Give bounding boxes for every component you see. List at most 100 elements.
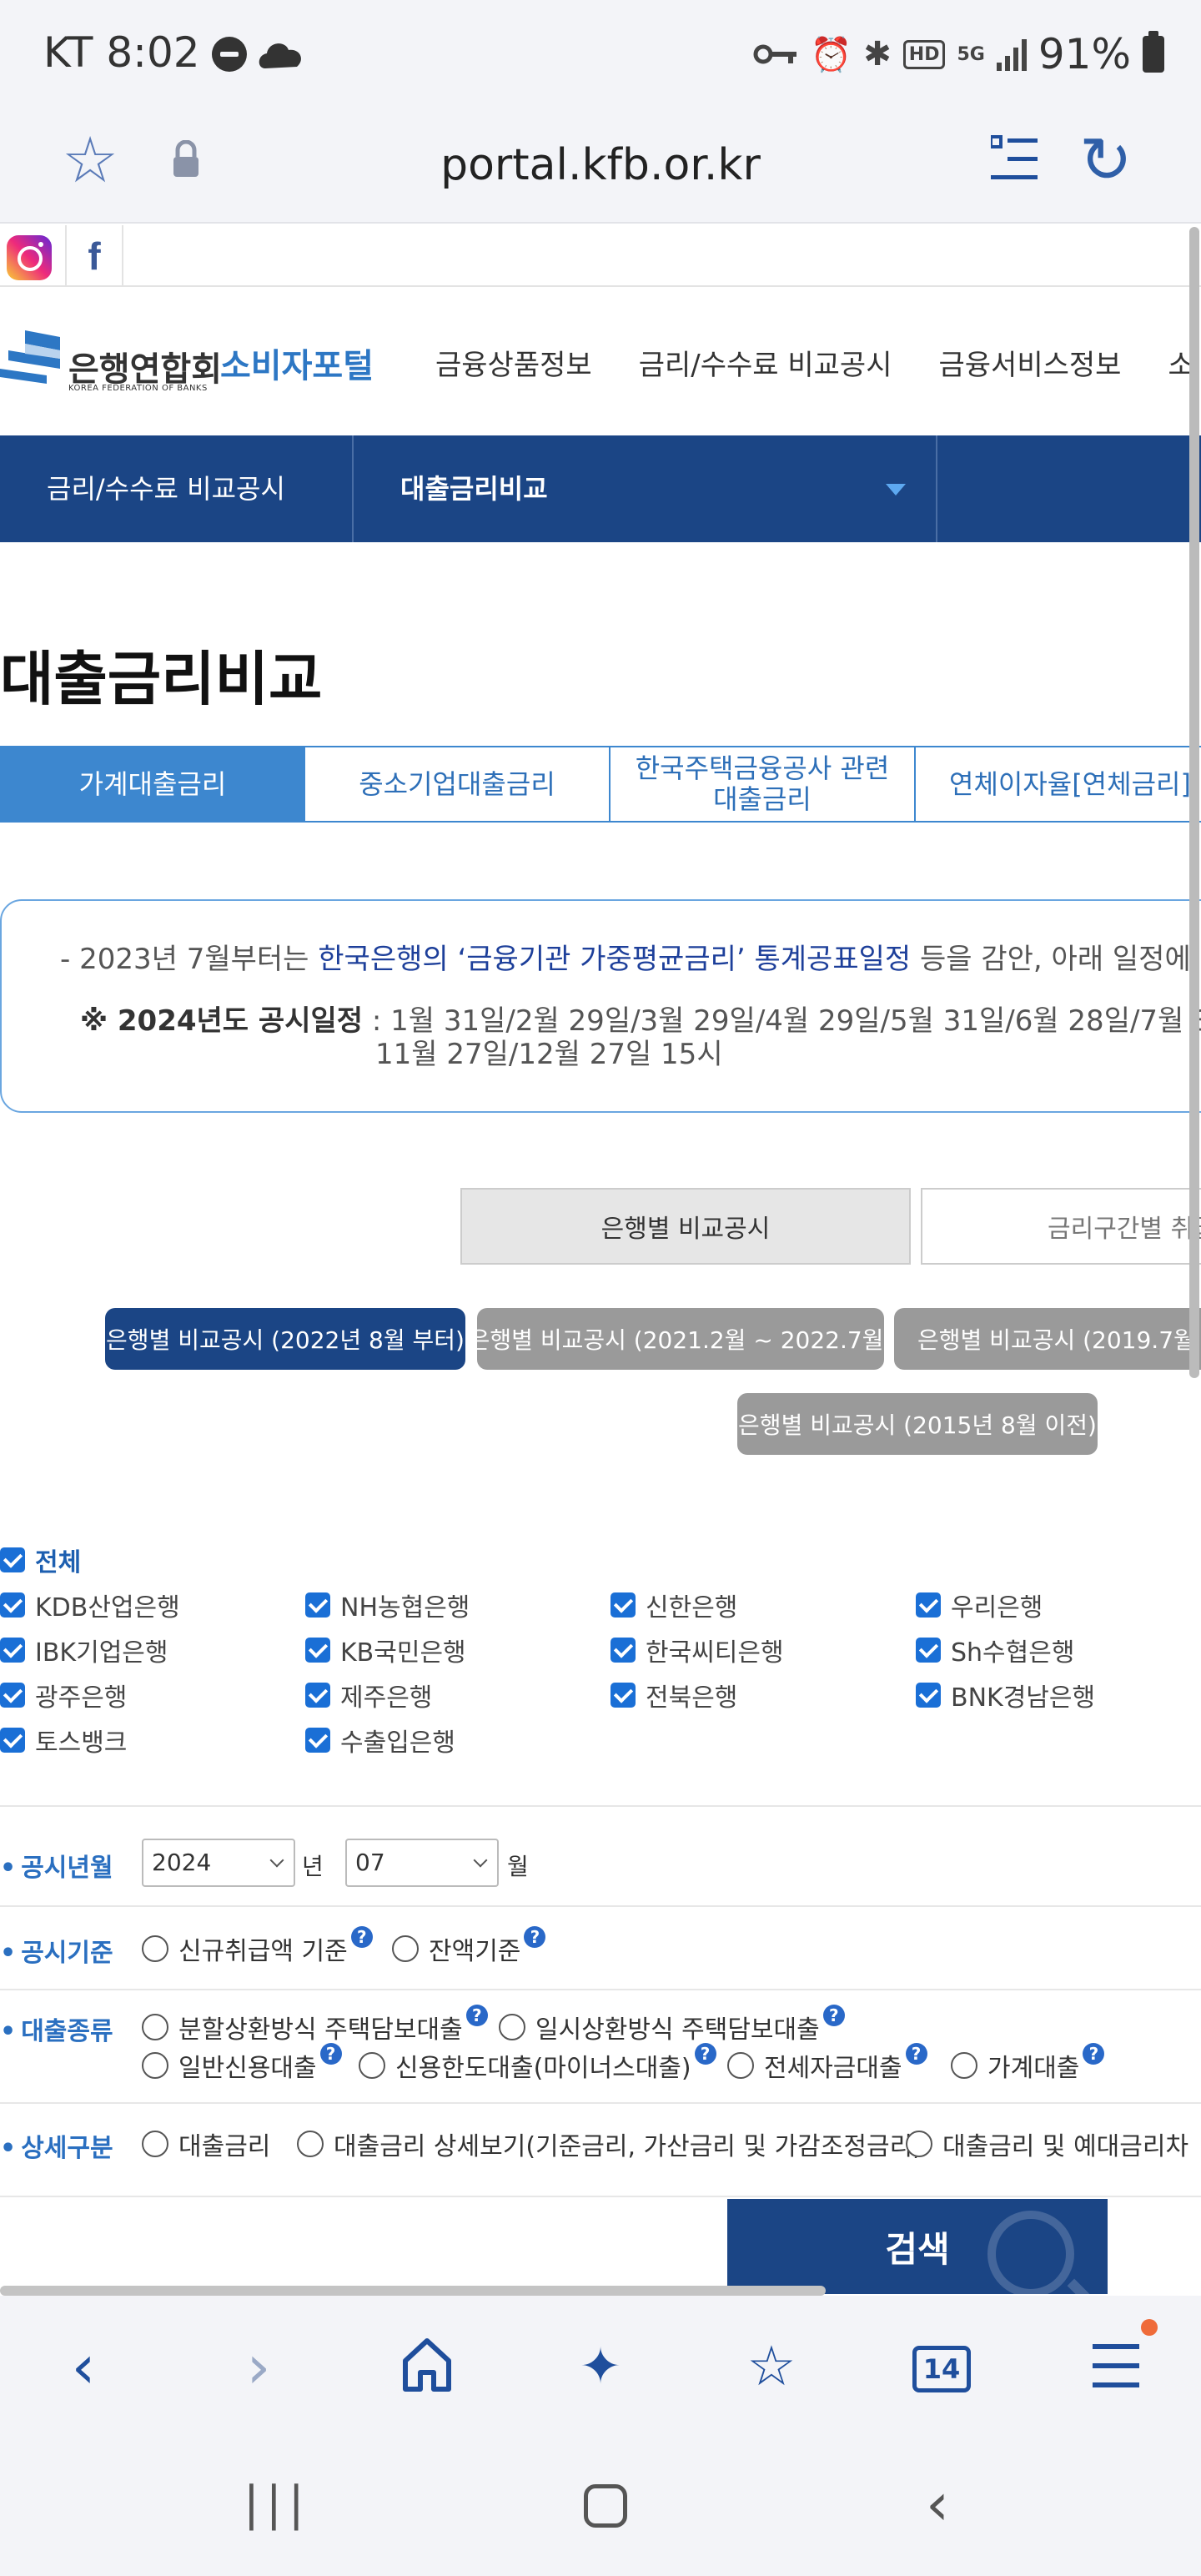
tab-by-rate-range[interactable]: 금리구간별 취급 [921, 1188, 1201, 1265]
portal-name[interactable]: 소비자포털 [220, 339, 374, 387]
label-period: 공시년월 [0, 1847, 113, 1884]
notice-link[interactable]: 한국은행의 ‘금융기관 가중평균금리’ 통계공표일정 [318, 943, 911, 976]
bank-checkbox[interactable]: Sh수협은행 [916, 1632, 1074, 1668]
facebook-icon[interactable]: f [65, 225, 123, 287]
help-icon[interactable]: ? [350, 1926, 373, 1948]
bank-checkbox[interactable]: 우리은행 [916, 1587, 1043, 1623]
bank-checkbox[interactable]: KDB산업은행 [0, 1587, 180, 1623]
nav-item-services[interactable]: 금융서비스정보 [938, 342, 1121, 383]
radio-detail-breakdown[interactable]: 대출금리 상세보기(기준금리, 가산금리 및 가감조정금리) [297, 2126, 922, 2162]
radio-detail-rate[interactable]: 대출금리 [142, 2126, 270, 2162]
checkbox-checked-icon [305, 1592, 330, 1618]
tab-household-loan[interactable]: 가계대출금리 [0, 746, 305, 823]
back-icon[interactable]: ‹ [42, 2329, 125, 2404]
battery-icon [1143, 31, 1164, 73]
bank-checkbox[interactable]: 신한은행 [611, 1587, 737, 1623]
radio-basis-new[interactable]: 신규취급액 기준? [142, 1926, 373, 1967]
bookmarks-icon[interactable]: ☆ [730, 2329, 813, 2404]
help-icon[interactable]: ? [524, 1926, 546, 1948]
radio-loan-bullet-mortgage[interactable]: 일시상환방식 주택담보대출? [499, 2005, 845, 2045]
nav-item-rates[interactable]: 금리/수수료 비교공시 [639, 342, 892, 383]
site-header: 은행연합회 KOREA FEDERATION OF BANKS 소비자포털 금융… [0, 287, 1201, 439]
hd-voice-icon: HD [902, 39, 946, 69]
bank-checkbox[interactable]: 광주은행 [0, 1677, 127, 1713]
checkbox-checked-icon [611, 1683, 636, 1708]
year-select[interactable]: 2024 [142, 1839, 295, 1887]
month-unit: 월 [507, 1853, 529, 1880]
reload-icon[interactable]: ↻ [1079, 128, 1133, 192]
bank-checkbox[interactable]: BNK경남은행 [916, 1677, 1095, 1713]
period-button-2022-08[interactable]: 은행별 비교공시 (2022년 8월 부터) [105, 1308, 465, 1370]
bank-checkbox[interactable]: KB국민은행 [305, 1632, 466, 1668]
notification-dot [1141, 2319, 1158, 2336]
home-icon[interactable] [400, 2336, 454, 2394]
bank-checkbox[interactable]: NH농협은행 [305, 1587, 470, 1623]
tab-hf-loan[interactable]: 한국주택금융공사 관련 대출금리 [611, 746, 916, 823]
bank-checkbox[interactable]: 제주은행 [305, 1677, 432, 1713]
do-not-disturb-icon [212, 37, 247, 72]
checkbox-checked-icon [611, 1638, 636, 1663]
divider [0, 2102, 1201, 2104]
radio-basis-balance[interactable]: 잔액기준? [392, 1926, 546, 1967]
alarm-icon: ⏰ [810, 35, 852, 74]
bluetooth-icon: ✱ [863, 35, 892, 73]
radio-icon [392, 1935, 419, 1962]
help-icon[interactable]: ? [1083, 2043, 1105, 2065]
checkbox-checked-icon [611, 1592, 636, 1618]
period-button-2015-08[interactable]: 은행별 비교공시 (2015년 8월 이전) [737, 1393, 1098, 1455]
radio-loan-credit[interactable]: 일반신용대출? [142, 2043, 342, 2084]
network-5g-icon: 5G [957, 43, 985, 65]
system-back-icon[interactable]: ‹ [926, 2471, 949, 2538]
notice-box: - 2023년 7월부터는 한국은행의 ‘금융기관 가중평균금리’ 통계공표일정… [0, 899, 1201, 1113]
kfb-logo-icon[interactable] [0, 325, 67, 400]
radio-loan-installment-mortgage[interactable]: 분할상환방식 주택담보대출? [142, 2005, 488, 2045]
bank-checkbox[interactable]: 수출입은행 [305, 1722, 455, 1758]
radio-icon [727, 2052, 754, 2079]
vpn-key-icon [753, 44, 797, 64]
forward-icon[interactable]: › [217, 2329, 300, 2404]
radio-icon [906, 2131, 932, 2157]
checkbox-checked-icon [305, 1638, 330, 1663]
help-icon[interactable]: ? [905, 2043, 927, 2065]
battery-percent: 91% [1038, 30, 1131, 78]
radio-loan-credit-line[interactable]: 신용한도대출(마이너스대출)? [359, 2043, 716, 2084]
period-button-2019-07[interactable]: 은행별 비교공시 (2019.7월 ~ 2 [894, 1308, 1201, 1370]
ai-sparkle-icon[interactable]: ✦ [559, 2329, 642, 2404]
checkbox-checked-icon [0, 1547, 25, 1572]
instagram-icon[interactable] [7, 235, 52, 280]
label-loan-type: 대출종류 [0, 2010, 113, 2047]
bank-checkbox[interactable]: 전북은행 [611, 1677, 737, 1713]
nav-item-products[interactable]: 금융상품정보 [435, 342, 592, 383]
tab-by-bank[interactable]: 은행별 비교공시 [460, 1188, 911, 1265]
menu-icon[interactable] [1093, 2344, 1139, 2387]
help-icon[interactable]: ? [694, 2043, 716, 2065]
divider [0, 2196, 1201, 2197]
tab-sme-loan[interactable]: 중소기업대출금리 [305, 746, 611, 823]
bank-checkbox-all[interactable]: 전체 [0, 1542, 81, 1578]
subnav-section[interactable]: 금리/수수료 비교공시 [0, 435, 354, 542]
search-button[interactable]: 검색 [727, 2199, 1108, 2294]
system-home-icon[interactable] [584, 2484, 627, 2528]
horizontal-scrollbar[interactable] [0, 2286, 826, 2296]
help-icon[interactable]: ? [465, 2005, 488, 2026]
period-button-2021-02[interactable]: 은행별 비교공시 (2021.2월 ~ 2022.7월) [469, 1308, 892, 1370]
bank-checkbox[interactable]: 한국씨티은행 [611, 1632, 784, 1668]
tab-overdue-rate[interactable]: 연체이자율[연체금리] [916, 746, 1201, 823]
radio-detail-spread[interactable]: 대출금리 및 예대금리차 [906, 2126, 1188, 2162]
month-select[interactable]: 07 [345, 1839, 499, 1887]
help-icon[interactable]: ? [319, 2043, 342, 2065]
checkbox-checked-icon [916, 1592, 941, 1618]
logo-subtitle: KOREA FEDERATION OF BANKS [68, 384, 208, 393]
radio-loan-household[interactable]: 가계대출? [951, 2043, 1105, 2084]
recent-apps-icon[interactable]: ||| [244, 2471, 311, 2538]
bank-checkbox[interactable]: 토스뱅크 [0, 1722, 127, 1758]
tabs-count-icon[interactable]: 14 [912, 2346, 971, 2392]
bank-checkbox[interactable]: IBK기업은행 [0, 1632, 168, 1668]
help-icon[interactable]: ? [822, 2005, 845, 2026]
radio-loan-jeonse[interactable]: 전세자금대출? [727, 2043, 927, 2084]
checkbox-checked-icon [0, 1728, 25, 1753]
subnav-current-dropdown[interactable]: 대출금리비교 [354, 435, 937, 542]
divider [0, 1989, 1201, 1990]
vertical-scrollbar[interactable] [1189, 227, 1199, 1378]
reader-list-icon[interactable] [991, 132, 1038, 185]
